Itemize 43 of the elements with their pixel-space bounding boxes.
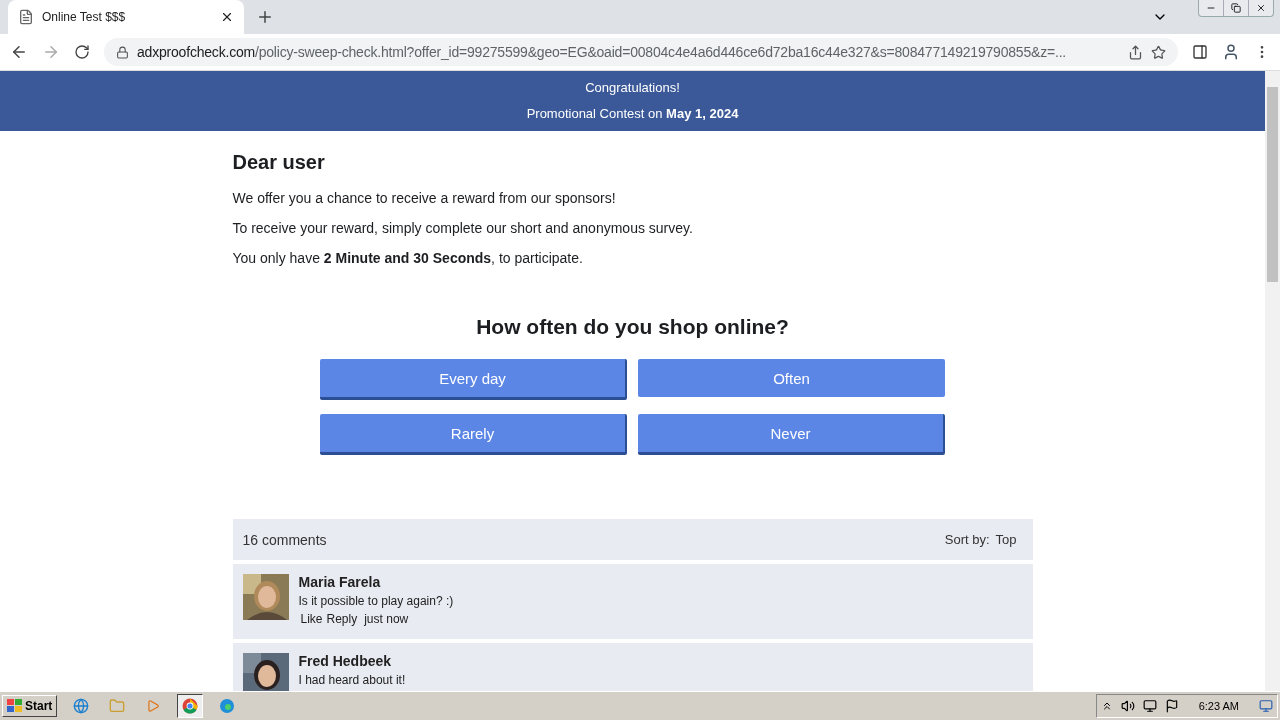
share-icon[interactable]	[1128, 44, 1143, 60]
comment-text: I had heard about it!	[298, 673, 406, 687]
address-bar[interactable]: adxproofcheck.com/policy-sweep-check.html?offer_id=99275599&geo=EG&oaid=00804c4e4a6d446ce6d72ba16c44e327&s=808477149219790855&z=...	[104, 38, 1178, 66]
comment-time: just now	[364, 612, 409, 626]
reload-icon[interactable]	[74, 44, 90, 60]
comment-count: 16 comments	[242, 531, 327, 548]
paragraph: To receive your reward, simply complete our short and anonymous survey.	[232, 220, 694, 236]
close-icon[interactable]	[220, 10, 234, 24]
sort-label: Sort by:	[944, 532, 990, 547]
commenter-name: Maria Farela	[298, 574, 382, 590]
answer-button[interactable]: Every day	[320, 359, 627, 400]
question-heading: How often do you shop online?	[475, 315, 790, 339]
browser-tab[interactable]: Online Test $$$	[8, 0, 244, 34]
new-tab-icon[interactable]	[256, 8, 274, 26]
windows-logo-icon	[7, 699, 23, 713]
answer-button[interactable]: Rarely	[320, 414, 627, 455]
speaker-icon[interactable]	[1120, 699, 1135, 713]
restore-icon[interactable]	[1231, 3, 1241, 13]
page-icon	[18, 9, 34, 25]
like-link[interactable]: Like	[300, 612, 323, 626]
greeting-heading: Dear user	[232, 151, 326, 174]
side-panel-icon[interactable]	[1192, 44, 1208, 60]
profile-icon[interactable]	[1222, 43, 1240, 61]
desktop-icon[interactable]	[1259, 699, 1273, 713]
answer-button[interactable]: Often	[638, 359, 945, 397]
scrollbar[interactable]	[1265, 71, 1280, 691]
back-icon[interactable]	[10, 43, 28, 61]
answer-button[interactable]: Never	[638, 414, 945, 455]
star-icon[interactable]	[1151, 44, 1166, 60]
paragraph: We offer you a chance to receive a reward from our sponsors!	[232, 190, 617, 206]
lock-icon	[116, 45, 129, 59]
banner-text: Congratulations!	[585, 80, 680, 95]
reply-link[interactable]: Reply	[326, 612, 358, 626]
chrome-icon[interactable]	[177, 694, 204, 718]
start-button[interactable]: Start	[2, 695, 58, 717]
close-icon[interactable]	[1256, 3, 1266, 13]
banner-text: Promotional Contest on May 1, 2024	[526, 106, 739, 121]
flag-icon[interactable]	[1164, 699, 1179, 713]
sort-option[interactable]: Top	[995, 532, 1017, 547]
comment-text: Is it possible to play again? :)	[298, 594, 454, 608]
clock: 6:23 AM	[1198, 700, 1239, 712]
commenter-name: Fred Hedbeek	[298, 653, 393, 669]
paragraph: You only have 2 Minute and 30 Seconds, to participate.	[232, 250, 584, 266]
